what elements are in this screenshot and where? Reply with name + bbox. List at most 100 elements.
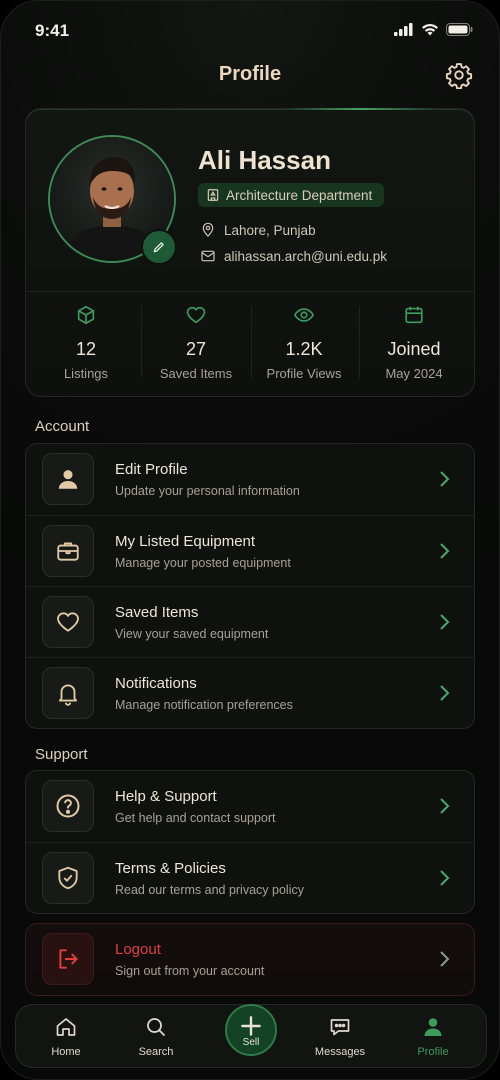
- home-icon: [56, 1018, 76, 1036]
- stat-label: Saved Items: [159, 366, 233, 381]
- card-glow: [286, 108, 436, 110]
- menu-item-notifications[interactable]: Notifications Manage notification prefer…: [26, 657, 474, 728]
- logout-icon: [59, 949, 78, 969]
- tab-messages[interactable]: Messages: [305, 1015, 375, 1058]
- eye-icon: [293, 308, 315, 322]
- stat-profile-views[interactable]: 1.2K Profile Views: [249, 304, 359, 381]
- bottom-tab-bar: Home Search Sell Messages Profile: [15, 1004, 487, 1068]
- stat-listings[interactable]: 12 Listings: [31, 304, 141, 381]
- building-icon: [207, 189, 219, 201]
- menu-title: My Listed Equipment: [115, 533, 256, 550]
- stat-value: 1.2K: [285, 339, 323, 359]
- menu-icon-box: [42, 525, 94, 577]
- menu-icon-box: [42, 933, 94, 985]
- heart-icon: [186, 306, 206, 324]
- location-pin-icon: [202, 222, 214, 237]
- chevron-right-icon: [440, 614, 450, 630]
- location-row: Lahore, Punjab: [200, 222, 316, 238]
- status-time: 9:41: [35, 21, 70, 40]
- logout-subtitle: Sign out from your account: [115, 964, 265, 978]
- menu-icon-box: [42, 667, 94, 719]
- user-name: Ali Hassan: [198, 145, 331, 175]
- shield-check-icon: [58, 866, 78, 890]
- user-icon: [58, 470, 78, 489]
- menu-icon-box: [42, 852, 94, 904]
- stat-value: 27: [185, 339, 207, 359]
- cube-icon: [77, 305, 95, 325]
- mail-icon: [201, 250, 215, 262]
- menu-subtitle: Manage notification preferences: [115, 698, 293, 712]
- menu-title: Terms & Policies: [115, 860, 226, 877]
- stat-saved-items[interactable]: 27 Saved Items: [141, 304, 251, 381]
- status-icons: [394, 23, 473, 36]
- menu-title: Help & Support: [115, 788, 217, 805]
- menu-title: Edit Profile: [115, 461, 188, 478]
- email-text[interactable]: alihassan.arch@uni.edu.pk: [224, 249, 387, 264]
- heart-icon: [57, 612, 79, 632]
- menu-subtitle: View your saved equipment: [115, 627, 269, 641]
- stats-divider: [26, 291, 474, 292]
- gear-icon: [445, 63, 473, 90]
- department-badge: Architecture Department: [198, 183, 385, 207]
- department-label: Architecture Department: [226, 187, 373, 203]
- signal-icon: [394, 23, 413, 36]
- search-icon: [147, 1018, 166, 1037]
- menu-item-saved-items[interactable]: Saved Items View your saved equipment: [26, 586, 474, 657]
- tab-label: Profile: [417, 1046, 449, 1058]
- chevron-right-icon: [440, 798, 450, 814]
- menu-icon-box: [42, 596, 94, 648]
- menu-subtitle: Get help and contact support: [115, 811, 276, 825]
- pencil-icon: [153, 242, 164, 253]
- calendar-icon: [405, 306, 423, 324]
- edit-avatar-button[interactable]: [141, 229, 177, 265]
- support-menu: Help & Support Get help and contact supp…: [25, 770, 475, 914]
- question-icon: [56, 794, 80, 818]
- section-title-account: Account: [35, 418, 90, 435]
- chevron-right-icon: [440, 471, 450, 487]
- stat-label: Listings: [63, 366, 109, 381]
- menu-title: Saved Items: [115, 604, 199, 621]
- logout-title: Logout: [115, 941, 161, 958]
- chevron-right-icon: [440, 870, 450, 886]
- tab-profile[interactable]: Profile: [398, 1015, 468, 1058]
- plus-icon: [241, 1015, 261, 1036]
- phone-screen: 9:41 Profile Ali Hassan Architecture Dep…: [0, 0, 500, 1080]
- tab-label: Search: [138, 1046, 174, 1058]
- tab-label: Home: [51, 1046, 81, 1058]
- tab-label: Messages: [314, 1046, 366, 1058]
- tab-sell[interactable]: Sell: [225, 1004, 277, 1056]
- menu-item-edit-profile[interactable]: Edit Profile Update your personal inform…: [26, 444, 474, 515]
- message-icon: [330, 1019, 350, 1036]
- menu-item-my-listed-equipment[interactable]: My Listed Equipment Manage your posted e…: [26, 515, 474, 586]
- tab-label: Sell: [242, 1036, 260, 1048]
- stat-joined: Joined May 2024: [359, 304, 469, 381]
- menu-subtitle: Read our terms and privacy policy: [115, 883, 304, 897]
- chevron-right-icon: [440, 543, 450, 559]
- page-title: Profile: [218, 63, 282, 85]
- profile-icon: [424, 1018, 442, 1036]
- logout-card: Logout Sign out from your account: [25, 923, 475, 996]
- settings-button[interactable]: [445, 61, 473, 90]
- tab-home[interactable]: Home: [31, 1015, 101, 1058]
- tab-search[interactable]: Search: [121, 1015, 191, 1058]
- status-bar: 9:41: [1, 1, 499, 61]
- menu-item-help-support[interactable]: Help & Support Get help and contact supp…: [26, 771, 474, 842]
- briefcase-icon: [57, 542, 79, 561]
- stat-label: May 2024: [385, 366, 443, 381]
- menu-subtitle: Update your personal information: [115, 484, 300, 498]
- menu-item-terms-policies[interactable]: Terms & Policies Read our terms and priv…: [26, 842, 474, 913]
- menu-icon-box: [42, 453, 94, 505]
- menu-title: Notifications: [115, 675, 197, 692]
- chevron-right-icon: [440, 685, 450, 701]
- account-menu: Edit Profile Update your personal inform…: [25, 443, 475, 729]
- battery-icon: [446, 23, 473, 36]
- logout-button[interactable]: Logout Sign out from your account: [26, 924, 474, 995]
- section-title-support: Support: [35, 746, 88, 763]
- chevron-right-icon: [440, 951, 450, 967]
- stat-value: Joined: [387, 339, 441, 359]
- wifi-icon: [422, 24, 438, 36]
- bell-icon: [58, 684, 78, 706]
- profile-card: Ali Hassan Architecture Department Lahor…: [25, 108, 475, 397]
- location-text: Lahore, Punjab: [224, 222, 316, 238]
- stat-label: Profile Views: [266, 366, 342, 381]
